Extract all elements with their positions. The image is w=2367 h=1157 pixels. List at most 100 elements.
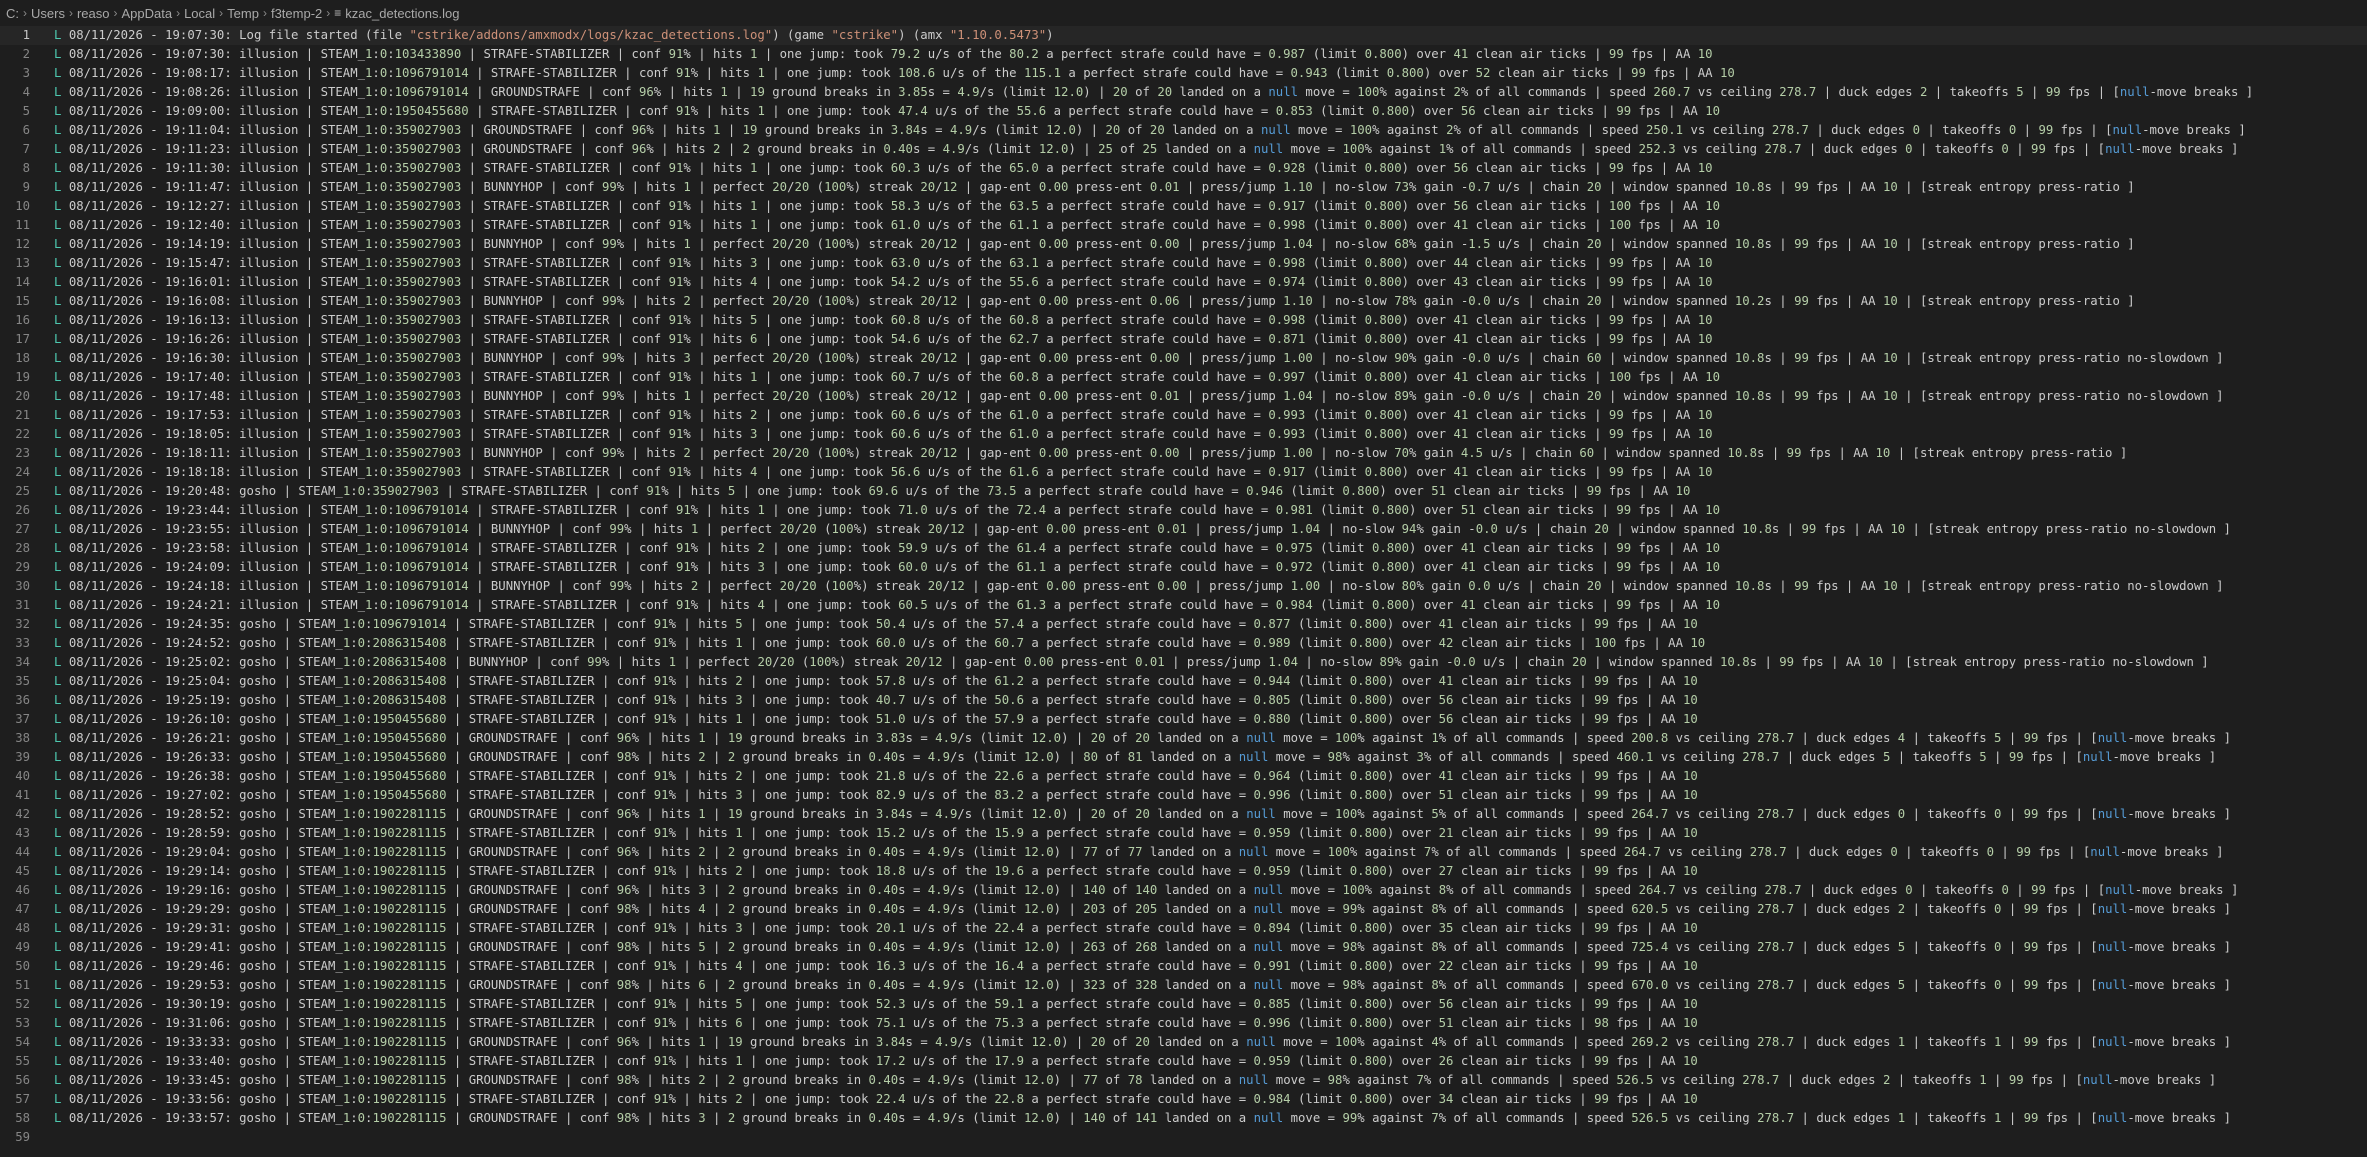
code-line[interactable]: 8 L 08/11/2026 - 19:11:30: illusion | STE… <box>0 159 2367 178</box>
line-number: 8 <box>22 161 30 175</box>
line-number: 5 <box>22 104 30 118</box>
code-line[interactable]: 44 L 08/11/2026 - 19:29:04: gosho | STEAM… <box>0 843 2367 862</box>
line-text: L 08/11/2026 - 19:29:04: gosho | STEAM_1… <box>54 845 2224 859</box>
code-line[interactable]: 33 L 08/11/2026 - 19:24:52: gosho | STEAM… <box>0 634 2367 653</box>
line-number: 49 <box>15 940 30 954</box>
code-line[interactable]: 9 L 08/11/2026 - 19:11:47: illusion | STE… <box>0 178 2367 197</box>
line-text: L 08/11/2026 - 19:09:00: illusion | STEA… <box>54 104 1720 118</box>
code-line[interactable]: 27 L 08/11/2026 - 19:23:55: illusion | ST… <box>0 520 2367 539</box>
line-number: 45 <box>15 864 30 878</box>
code-line[interactable]: 25 L 08/11/2026 - 19:20:48: gosho | STEAM… <box>0 482 2367 501</box>
code-line[interactable]: 55 L 08/11/2026 - 19:33:40: gosho | STEAM… <box>0 1052 2367 1071</box>
code-line[interactable]: 54 L 08/11/2026 - 19:33:33: gosho | STEAM… <box>0 1033 2367 1052</box>
line-text: L 08/11/2026 - 19:24:18: illusion | STEA… <box>54 579 2224 593</box>
breadcrumb-item[interactable]: Temp <box>227 6 259 21</box>
breadcrumb-item[interactable]: C: <box>6 6 19 21</box>
code-line[interactable]: 30 L 08/11/2026 - 19:24:18: illusion | ST… <box>0 577 2367 596</box>
line-number: 46 <box>15 883 30 897</box>
code-line[interactable]: 35 L 08/11/2026 - 19:25:04: gosho | STEAM… <box>0 672 2367 691</box>
line-text: L 08/11/2026 - 19:17:48: illusion | STEA… <box>54 389 2224 403</box>
code-line[interactable]: 49 L 08/11/2026 - 19:29:41: gosho | STEAM… <box>0 938 2367 957</box>
code-line[interactable]: 13 L 08/11/2026 - 19:15:47: illusion | ST… <box>0 254 2367 273</box>
code-line[interactable]: 24 L 08/11/2026 - 19:18:18: illusion | ST… <box>0 463 2367 482</box>
line-text: L 08/11/2026 - 19:33:56: gosho | STEAM_1… <box>54 1092 1698 1106</box>
line-number: 58 <box>15 1111 30 1125</box>
code-line[interactable]: 29 L 08/11/2026 - 19:24:09: illusion | ST… <box>0 558 2367 577</box>
code-line[interactable]: 38 L 08/11/2026 - 19:26:21: gosho | STEAM… <box>0 729 2367 748</box>
code-line[interactable]: 7 L 08/11/2026 - 19:11:23: illusion | STE… <box>0 140 2367 159</box>
code-line[interactable]: 40 L 08/11/2026 - 19:26:38: gosho | STEAM… <box>0 767 2367 786</box>
line-text: L 08/11/2026 - 19:11:23: illusion | STEA… <box>54 142 2239 156</box>
code-line[interactable]: 48 L 08/11/2026 - 19:29:31: gosho | STEAM… <box>0 919 2367 938</box>
code-line[interactable]: 45 L 08/11/2026 - 19:29:14: gosho | STEAM… <box>0 862 2367 881</box>
breadcrumb-item[interactable]: kzac_detections.log <box>345 6 459 21</box>
code-line[interactable]: 10 L 08/11/2026 - 19:12:27: illusion | ST… <box>0 197 2367 216</box>
code-line[interactable]: 11 L 08/11/2026 - 19:12:40: illusion | ST… <box>0 216 2367 235</box>
code-line[interactable]: 36 L 08/11/2026 - 19:25:19: gosho | STEAM… <box>0 691 2367 710</box>
code-line[interactable]: 56 L 08/11/2026 - 19:33:45: gosho | STEAM… <box>0 1071 2367 1090</box>
line-number: 57 <box>15 1092 30 1106</box>
editor[interactable]: 1 L 08/11/2026 - 19:07:30: Log file start… <box>0 26 2367 1147</box>
code-line[interactable]: 59 <box>0 1128 2367 1147</box>
code-line[interactable]: 18 L 08/11/2026 - 19:16:30: illusion | ST… <box>0 349 2367 368</box>
code-line[interactable]: 4 L 08/11/2026 - 19:08:26: illusion | STE… <box>0 83 2367 102</box>
code-line[interactable]: 52 L 08/11/2026 - 19:30:19: gosho | STEAM… <box>0 995 2367 1014</box>
code-line[interactable]: 57 L 08/11/2026 - 19:33:56: gosho | STEAM… <box>0 1090 2367 1109</box>
code-line[interactable]: 46 L 08/11/2026 - 19:29:16: gosho | STEAM… <box>0 881 2367 900</box>
code-line[interactable]: 53 L 08/11/2026 - 19:31:06: gosho | STEAM… <box>0 1014 2367 1033</box>
line-text: L 08/11/2026 - 19:16:30: illusion | STEA… <box>54 351 2224 365</box>
code-line[interactable]: 58 L 08/11/2026 - 19:33:57: gosho | STEAM… <box>0 1109 2367 1128</box>
code-line[interactable]: 15 L 08/11/2026 - 19:16:08: illusion | ST… <box>0 292 2367 311</box>
line-text: L 08/11/2026 - 19:16:08: illusion | STEA… <box>54 294 2135 308</box>
line-text: L 08/11/2026 - 19:29:16: gosho | STEAM_1… <box>54 883 2239 897</box>
code-line[interactable]: 20 L 08/11/2026 - 19:17:48: illusion | ST… <box>0 387 2367 406</box>
breadcrumb-item[interactable]: Users <box>31 6 65 21</box>
breadcrumb-item[interactable]: reaso <box>77 6 110 21</box>
code-line[interactable]: 50 L 08/11/2026 - 19:29:46: gosho | STEAM… <box>0 957 2367 976</box>
line-number: 6 <box>22 123 30 137</box>
code-line[interactable]: 3 L 08/11/2026 - 19:08:17: illusion | STE… <box>0 64 2367 83</box>
line-text: L 08/11/2026 - 19:07:30: Log file starte… <box>54 28 1054 42</box>
code-line[interactable]: 31 L 08/11/2026 - 19:24:21: illusion | ST… <box>0 596 2367 615</box>
code-line[interactable]: 17 L 08/11/2026 - 19:16:26: illusion | ST… <box>0 330 2367 349</box>
code-line[interactable]: 2 L 08/11/2026 - 19:07:30: illusion | STE… <box>0 45 2367 64</box>
line-number: 3 <box>22 66 30 80</box>
code-line[interactable]: 6 L 08/11/2026 - 19:11:04: illusion | STE… <box>0 121 2367 140</box>
line-number: 35 <box>15 674 30 688</box>
line-text: L 08/11/2026 - 19:15:47: illusion | STEA… <box>54 256 1713 270</box>
line-text: L 08/11/2026 - 19:16:13: illusion | STEA… <box>54 313 1713 327</box>
code-line[interactable]: 28 L 08/11/2026 - 19:23:58: illusion | ST… <box>0 539 2367 558</box>
breadcrumb-item[interactable]: f3temp-2 <box>271 6 322 21</box>
code-line[interactable]: 14 L 08/11/2026 - 19:16:01: illusion | ST… <box>0 273 2367 292</box>
line-number: 22 <box>15 427 30 441</box>
line-text: L 08/11/2026 - 19:30:19: gosho | STEAM_1… <box>54 997 1698 1011</box>
code-line[interactable]: 19 L 08/11/2026 - 19:17:40: illusion | ST… <box>0 368 2367 387</box>
code-line[interactable]: 16 L 08/11/2026 - 19:16:13: illusion | ST… <box>0 311 2367 330</box>
line-number: 47 <box>15 902 30 916</box>
code-line[interactable]: 5 L 08/11/2026 - 19:09:00: illusion | STE… <box>0 102 2367 121</box>
line-number: 39 <box>15 750 30 764</box>
code-line[interactable]: 23 L 08/11/2026 - 19:18:11: illusion | ST… <box>0 444 2367 463</box>
line-number: 28 <box>15 541 30 555</box>
line-number: 52 <box>15 997 30 1011</box>
code-line[interactable]: 32 L 08/11/2026 - 19:24:35: gosho | STEAM… <box>0 615 2367 634</box>
breadcrumb-item[interactable]: AppData <box>121 6 172 21</box>
code-line[interactable]: 47 L 08/11/2026 - 19:29:29: gosho | STEAM… <box>0 900 2367 919</box>
code-line[interactable]: 21 L 08/11/2026 - 19:17:53: illusion | ST… <box>0 406 2367 425</box>
line-number: 17 <box>15 332 30 346</box>
code-line[interactable]: 41 L 08/11/2026 - 19:27:02: gosho | STEAM… <box>0 786 2367 805</box>
code-line[interactable]: 1 L 08/11/2026 - 19:07:30: Log file start… <box>0 26 2367 45</box>
line-number: 20 <box>15 389 30 403</box>
code-line[interactable]: 12 L 08/11/2026 - 19:14:19: illusion | ST… <box>0 235 2367 254</box>
code-line[interactable]: 26 L 08/11/2026 - 19:23:44: illusion | ST… <box>0 501 2367 520</box>
code-line[interactable]: 34 L 08/11/2026 - 19:25:02: gosho | STEAM… <box>0 653 2367 672</box>
line-text: L 08/11/2026 - 19:29:46: gosho | STEAM_1… <box>54 959 1698 973</box>
code-line[interactable]: 22 L 08/11/2026 - 19:18:05: illusion | ST… <box>0 425 2367 444</box>
breadcrumb-item[interactable]: Local <box>184 6 215 21</box>
code-line[interactable]: 42 L 08/11/2026 - 19:28:52: gosho | STEAM… <box>0 805 2367 824</box>
line-number: 54 <box>15 1035 30 1049</box>
code-line[interactable]: 37 L 08/11/2026 - 19:26:10: gosho | STEAM… <box>0 710 2367 729</box>
code-line[interactable]: 43 L 08/11/2026 - 19:28:59: gosho | STEAM… <box>0 824 2367 843</box>
code-line[interactable]: 39 L 08/11/2026 - 19:26:33: gosho | STEAM… <box>0 748 2367 767</box>
code-line[interactable]: 51 L 08/11/2026 - 19:29:53: gosho | STEAM… <box>0 976 2367 995</box>
